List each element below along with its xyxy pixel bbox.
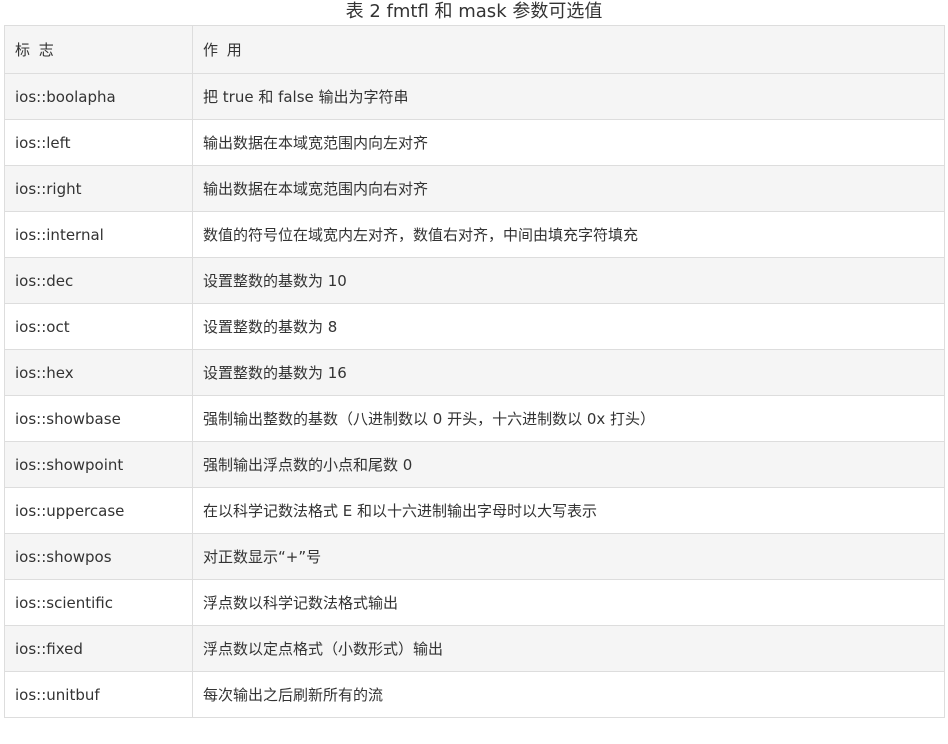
- table-row: ios::internal 数值的符号位在域宽内左对齐，数值右对齐，中间由填充字符…: [4, 211, 945, 258]
- table-row: ios::right 输出数据在本域宽范围内向右对齐: [4, 165, 945, 212]
- flag-cell: ios::uppercase: [4, 487, 193, 534]
- table-body: ios::boolapha 把 true 和 false 输出为字符串 ios::…: [4, 73, 945, 718]
- description-cell: 设置整数的基数为 8: [192, 303, 945, 350]
- description-cell: 设置整数的基数为 10: [192, 257, 945, 304]
- flag-cell: ios::showpoint: [4, 441, 193, 488]
- description-cell: 每次输出之后刷新所有的流: [192, 671, 945, 718]
- flag-cell: ios::hex: [4, 349, 193, 396]
- table-row: ios::showbase 强制输出整数的基数（八进制数以 0 开头，十六进制数以…: [4, 395, 945, 442]
- description-cell: 输出数据在本域宽范围内向右对齐: [192, 165, 945, 212]
- header-row: 标 志 作 用: [4, 25, 945, 74]
- description-cell: 设置整数的基数为 16: [192, 349, 945, 396]
- flag-cell: ios::fixed: [4, 625, 193, 672]
- flag-cell: ios::oct: [4, 303, 193, 350]
- description-cell: 对正数显示“+”号: [192, 533, 945, 580]
- description-cell: 数值的符号位在域宽内左对齐，数值右对齐，中间由填充字符填充: [192, 211, 945, 258]
- flag-cell: ios::scientific: [4, 579, 193, 626]
- table-row: ios::unitbuf 每次输出之后刷新所有的流: [4, 671, 945, 718]
- description-cell: 在以科学记数法格式 E 和以十六进制输出字母时以大写表示: [192, 487, 945, 534]
- header-flag: 标 志: [4, 25, 193, 74]
- flag-cell: ios::unitbuf: [4, 671, 193, 718]
- description-cell: 强制输出整数的基数（八进制数以 0 开头，十六进制数以 0x 打头）: [192, 395, 945, 442]
- flags-table: 标 志 作 用 ios::boolapha 把 true 和 false 输出为字…: [4, 25, 945, 718]
- table-row: ios::scientific 浮点数以科学记数法格式输出: [4, 579, 945, 626]
- description-cell: 浮点数以定点格式（小数形式）输出: [192, 625, 945, 672]
- table-row: ios::dec 设置整数的基数为 10: [4, 257, 945, 304]
- table-row: ios::hex 设置整数的基数为 16: [4, 349, 945, 396]
- table-row: ios::showpos 对正数显示“+”号: [4, 533, 945, 580]
- table-row: ios::fixed 浮点数以定点格式（小数形式）输出: [4, 625, 945, 672]
- description-cell: 强制输出浮点数的小点和尾数 0: [192, 441, 945, 488]
- flag-cell: ios::showpos: [4, 533, 193, 580]
- table-row: ios::left 输出数据在本域宽范围内向左对齐: [4, 119, 945, 166]
- flag-cell: ios::dec: [4, 257, 193, 304]
- table-row: ios::boolapha 把 true 和 false 输出为字符串: [4, 73, 945, 120]
- flag-cell: ios::right: [4, 165, 193, 212]
- table-row: ios::showpoint 强制输出浮点数的小点和尾数 0: [4, 441, 945, 488]
- flag-cell: ios::left: [4, 119, 193, 166]
- table-header: 标 志 作 用: [4, 25, 945, 74]
- description-cell: 输出数据在本域宽范围内向左对齐: [192, 119, 945, 166]
- description-cell: 把 true 和 false 输出为字符串: [192, 73, 945, 120]
- flag-cell: ios::showbase: [4, 395, 193, 442]
- description-cell: 浮点数以科学记数法格式输出: [192, 579, 945, 626]
- table-row: ios::uppercase 在以科学记数法格式 E 和以十六进制输出字母时以大写…: [4, 487, 945, 534]
- flag-cell: ios::internal: [4, 211, 193, 258]
- table-caption: 表 2 fmtfl 和 mask 参数可选值: [345, 1, 603, 22]
- flag-cell: ios::boolapha: [4, 73, 193, 120]
- table-row: ios::oct 设置整数的基数为 8: [4, 303, 945, 350]
- header-effect: 作 用: [192, 25, 945, 74]
